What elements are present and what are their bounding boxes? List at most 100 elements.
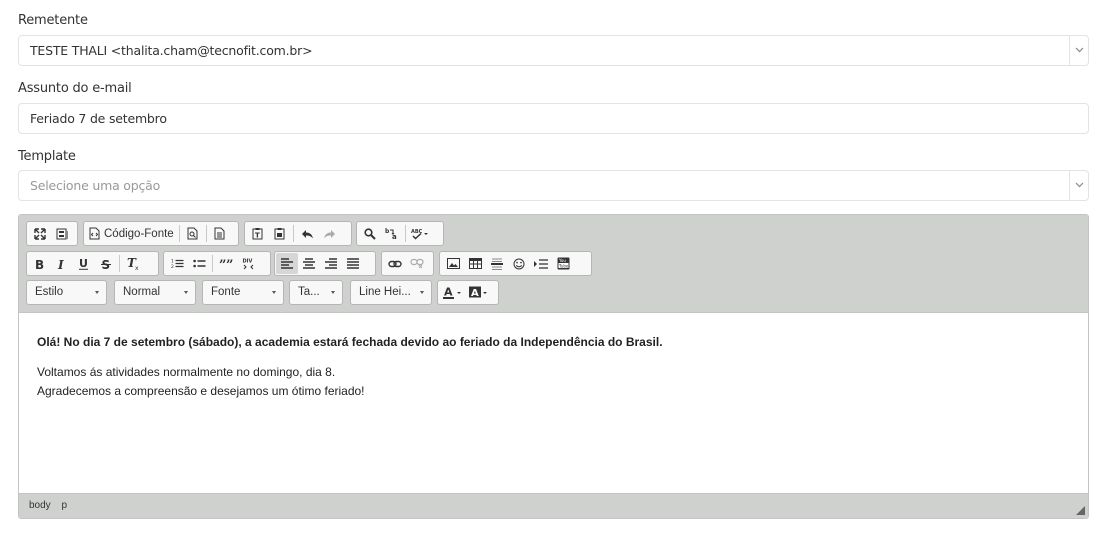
unlink-button[interactable]: [406, 253, 428, 274]
spellcheck-button[interactable]: ABC: [408, 223, 432, 244]
template-select[interactable]: Selecione uma opção: [18, 170, 1089, 201]
templates-button[interactable]: [209, 223, 231, 244]
italic-button[interactable]: I: [51, 253, 73, 274]
bold-icon: B: [35, 258, 44, 270]
preview-button[interactable]: [182, 223, 204, 244]
styles-combo[interactable]: Estilo: [26, 280, 107, 305]
toolbar-group-document: Código-Fonte: [83, 221, 239, 246]
paste-word-button[interactable]: [269, 223, 291, 244]
svg-text:1: 1: [171, 259, 174, 265]
toolbar-group-align: [274, 251, 376, 276]
align-center-icon: [303, 258, 315, 269]
find-button[interactable]: [359, 223, 381, 244]
link-icon: [388, 260, 402, 267]
show-blocks-icon: [56, 228, 68, 239]
svg-text:b: b: [385, 228, 390, 235]
editor-toolbar: Código-Fonte T b a ABC B I U S T x 1 2 ”…: [19, 215, 1088, 313]
bold-button[interactable]: B: [29, 253, 51, 274]
toolbar-group-paragraph: 12 ”” DIV: [163, 251, 271, 276]
underline-button[interactable]: U: [73, 253, 95, 274]
template-dropdown-toggle[interactable]: [1069, 171, 1088, 200]
show-blocks-button[interactable]: [51, 223, 73, 244]
replace-icon: ba: [385, 228, 397, 240]
horizontal-rule-icon: [491, 258, 503, 270]
sender-dropdown-toggle[interactable]: [1069, 36, 1088, 65]
align-left-icon: [281, 258, 293, 269]
path-p[interactable]: p: [61, 500, 67, 511]
svg-text:U: U: [79, 257, 88, 270]
content-paragraph: Voltamos ás atividades normalmente no do…: [37, 365, 336, 379]
content-paragraph: Agradecemos a compreensão e desejamos um…: [37, 384, 365, 398]
youtube-button[interactable]: You Tube: [552, 253, 574, 274]
line-height-combo-label: Line Hei...: [359, 286, 411, 298]
subject-input[interactable]: Feriado 7 de setembro: [18, 103, 1089, 134]
svg-text:A: A: [471, 288, 479, 299]
align-right-icon: [325, 258, 337, 269]
paste-text-icon: T: [252, 228, 263, 240]
align-center-button[interactable]: [298, 253, 320, 274]
create-div-icon: DIV: [242, 259, 253, 270]
align-left-button[interactable]: [276, 253, 298, 274]
resize-handle-icon[interactable]: [1076, 506, 1085, 515]
smiley-button[interactable]: [508, 253, 530, 274]
sender-label: Remetente: [18, 13, 88, 28]
create-div-button[interactable]: DIV: [237, 253, 259, 274]
toolbar-group-colors: A A: [437, 280, 499, 305]
maximize-icon: [34, 227, 46, 240]
svg-text:T: T: [255, 232, 260, 240]
background-color-button[interactable]: A: [466, 282, 492, 303]
font-combo[interactable]: Fonte: [202, 280, 284, 305]
font-size-combo[interactable]: Ta...: [289, 280, 343, 305]
undo-icon: [301, 229, 313, 238]
editor-element-path: body p: [19, 493, 1088, 518]
remove-format-icon: Tx: [127, 257, 139, 270]
line-height-combo[interactable]: Line Hei...: [350, 280, 432, 305]
format-combo-label: Normal: [123, 286, 161, 298]
bulleted-list-icon: [192, 259, 205, 268]
align-justify-button[interactable]: [342, 253, 364, 274]
editor-content[interactable]: Olá! No dia 7 de setembro (sábado), a ac…: [19, 313, 1088, 494]
template-placeholder: Selecione uma opção: [30, 178, 161, 193]
toolbar-group-search: ba ABC: [356, 221, 444, 246]
replace-button[interactable]: ba: [381, 223, 403, 244]
link-button[interactable]: [384, 253, 406, 274]
strikethrough-button[interactable]: S: [95, 253, 117, 274]
table-button[interactable]: [464, 253, 486, 274]
document-icon: [214, 227, 225, 240]
template-label: Template: [18, 149, 76, 164]
toolbar-group-basicstyles: B I U S Tx: [26, 251, 159, 276]
source-code-button[interactable]: Código-Fonte: [86, 223, 177, 244]
svg-text:I: I: [57, 258, 64, 270]
bulleted-list-button[interactable]: [188, 253, 210, 274]
source-code-icon: [89, 227, 100, 240]
maximize-button[interactable]: [29, 223, 51, 244]
youtube-icon: YouTube: [557, 257, 569, 270]
sender-select[interactable]: TESTE THALI <thalita.cham@tecnofit.com.b…: [18, 35, 1089, 66]
toolbar-group-clipboard: T: [244, 221, 352, 246]
toolbar-separator: [405, 225, 406, 242]
page-break-button[interactable]: [530, 253, 552, 274]
text-color-button[interactable]: A: [440, 282, 466, 303]
remove-format-button[interactable]: Tx: [122, 253, 144, 274]
numbered-list-button[interactable]: 12: [166, 253, 188, 274]
path-body[interactable]: body: [29, 500, 51, 511]
undo-button[interactable]: [296, 223, 318, 244]
redo-button[interactable]: [318, 223, 340, 244]
paste-text-button[interactable]: T: [247, 223, 269, 244]
chevron-down-icon: [95, 291, 99, 294]
image-icon: [446, 258, 460, 269]
toolbar-separator: [205, 225, 207, 242]
text-color-icon: A: [443, 286, 461, 299]
image-button[interactable]: [442, 253, 464, 274]
align-right-button[interactable]: [320, 253, 342, 274]
chevron-down-icon: [1075, 182, 1084, 188]
format-combo[interactable]: Normal: [114, 280, 196, 305]
svg-text:x: x: [135, 265, 139, 270]
font-size-combo-label: Ta...: [298, 286, 320, 298]
sender-value: TESTE THALI <thalita.cham@tecnofit.com.b…: [30, 43, 313, 58]
horizontal-rule-button[interactable]: [486, 253, 508, 274]
toolbar-group-links: [381, 251, 434, 276]
toolbar-separator: [212, 255, 213, 272]
blockquote-button[interactable]: ””: [215, 253, 237, 274]
chevron-down-icon: [1075, 47, 1084, 53]
